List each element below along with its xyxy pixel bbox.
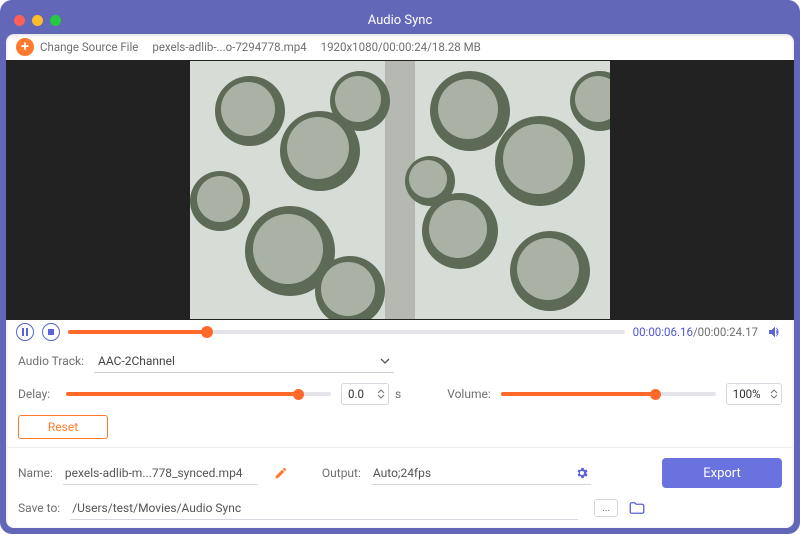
source-metadata: 1920x1080/00:00:24/18.28 MB (321, 40, 481, 54)
audio-track-row: Audio Track: AAC-2Channel (18, 349, 782, 373)
export-button[interactable]: Export (662, 458, 782, 488)
delay-slider[interactable] (66, 392, 331, 396)
stop-button[interactable] (42, 323, 60, 341)
time-current: 00:00:06.16 (633, 325, 693, 339)
output-rows: Name: pexels-adlib-m...778_synced.mp4 Ou… (18, 458, 782, 520)
output-value: Auto;24fps (373, 466, 431, 480)
delay-volume-row: Delay: 0.0 s Volume: 100% (18, 383, 782, 405)
plus-icon: + (16, 38, 34, 56)
video-thumbnail (190, 61, 610, 319)
name-output-row: Name: pexels-adlib-m...778_synced.mp4 Ou… (18, 458, 782, 488)
volume-stepper[interactable] (770, 389, 778, 399)
output-label: Output: (322, 466, 361, 480)
volume-input[interactable]: 100% (726, 383, 782, 405)
name-value: pexels-adlib-m...778_synced.mp4 (65, 466, 243, 480)
audio-track-label: Audio Track: (18, 354, 84, 368)
seek-bar[interactable] (68, 330, 625, 334)
delay-value: 0.0 (348, 387, 364, 401)
source-bar: + Change Source File pexels-adlib-...o-7… (6, 34, 794, 60)
change-source-button[interactable]: + Change Source File (16, 38, 138, 56)
chevron-down-icon (377, 394, 385, 399)
window-controls (6, 15, 61, 26)
seek-fill (68, 330, 207, 334)
titlebar: Audio Sync (6, 6, 794, 34)
delay-slider-handle[interactable] (293, 389, 304, 400)
timecode: 00:00:06.16/00:00:24.17 (633, 325, 758, 339)
export-wrap: Export (601, 458, 782, 488)
volume-label: Volume: (447, 387, 491, 401)
app-title: Audio Sync (6, 13, 794, 28)
controls-panel: Audio Track: AAC-2Channel Delay: 0.0 (6, 345, 794, 528)
time-total: /00:00:24.17 (693, 325, 758, 339)
name-label: Name: (18, 466, 53, 480)
browse-button[interactable]: ... (594, 499, 618, 517)
chevron-down-icon (380, 356, 390, 366)
reset-row: Reset (18, 415, 782, 439)
volume-slider-fill (501, 392, 656, 396)
video-preview (6, 60, 794, 320)
save-label: Save to: (18, 501, 60, 515)
name-field[interactable]: pexels-adlib-m...778_synced.mp4 (63, 461, 258, 485)
delay-stepper[interactable] (377, 389, 385, 399)
save-field[interactable]: /Users/test/Movies/Audio Sync (70, 496, 578, 520)
open-folder-button[interactable] (628, 499, 646, 517)
delay-slider-fill (66, 392, 299, 396)
output-field[interactable]: Auto;24fps (371, 461, 591, 485)
reset-button[interactable]: Reset (18, 415, 108, 439)
divider (6, 447, 794, 448)
volume-slider-handle[interactable] (650, 389, 661, 400)
volume-slider[interactable] (501, 392, 716, 396)
speaker-icon[interactable] (766, 323, 784, 341)
source-filename: pexels-adlib-...o-7294778.mp4 (152, 40, 306, 54)
playback-bar: 00:00:06.16/00:00:24.17 (6, 320, 794, 346)
delay-input[interactable]: 0.0 (341, 383, 389, 405)
chevron-down-icon (770, 394, 778, 399)
save-actions: ... (594, 499, 646, 517)
minimize-window-button[interactable] (32, 15, 43, 26)
change-source-label: Change Source File (40, 40, 138, 54)
delay-unit: s (395, 387, 401, 401)
maximize-window-button[interactable] (50, 15, 61, 26)
pause-button[interactable] (16, 323, 34, 341)
audio-track-value: AAC-2Channel (98, 354, 175, 368)
edit-name-button[interactable] (274, 466, 288, 480)
seek-handle[interactable] (201, 326, 213, 338)
gear-icon[interactable] (575, 466, 589, 480)
audio-track-select[interactable]: AAC-2Channel (94, 349, 394, 373)
app-window: Audio Sync + Change Source File pexels-a… (0, 0, 800, 534)
save-value: /Users/test/Movies/Audio Sync (72, 501, 241, 515)
delay-label: Delay: (18, 387, 56, 401)
content-area: + Change Source File pexels-adlib-...o-7… (6, 34, 794, 528)
close-window-button[interactable] (14, 15, 25, 26)
volume-value: 100% (733, 387, 761, 401)
save-row: Save to: /Users/test/Movies/Audio Sync .… (18, 496, 782, 520)
